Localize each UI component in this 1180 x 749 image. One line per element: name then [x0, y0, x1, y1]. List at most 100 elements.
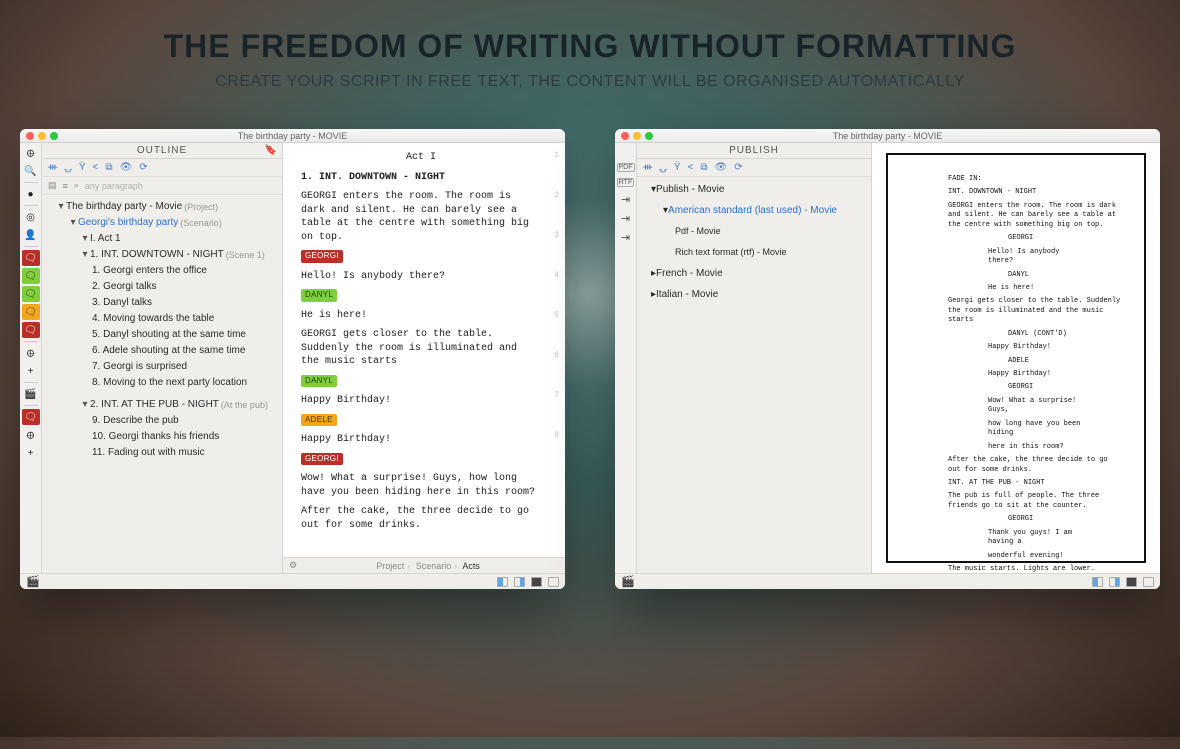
layout-left-icon[interactable] [497, 577, 508, 587]
publish-rtf[interactable]: Rich text format (rtf) - Movie [641, 244, 867, 261]
share-icon[interactable]: < [688, 162, 694, 173]
running2-icon[interactable]: 𐀏 [22, 427, 40, 443]
traffic-lights[interactable] [26, 132, 58, 140]
hierarchy-icon[interactable]: ᚒ [48, 162, 57, 173]
search-icon[interactable]: 🔍 [22, 163, 40, 179]
copy-icon[interactable]: ⧉ [105, 162, 112, 173]
export3-icon[interactable]: ⇥ [621, 231, 630, 244]
tree-icon[interactable]: ⍽ [659, 162, 667, 173]
loupe-icon[interactable]: ⌕ [74, 180, 79, 191]
act-heading: Act I [301, 151, 541, 165]
outline-panel: OUTLINE 🔖 ᚒ ⍽ Ÿ < ⧉ 👁 ⟳ ▤ ≡ ⌕ any paragr… [42, 143, 283, 573]
bookmark-icon[interactable]: 🔖 [265, 143, 278, 159]
tree-icon[interactable]: ⍽ [64, 162, 72, 173]
publish-french[interactable]: ▸French - Movie [641, 265, 867, 282]
lines-icon[interactable]: ≡ [63, 181, 68, 191]
window-footer: 🎬 [20, 573, 565, 589]
tree-beat[interactable]: 3. Danyl talks [46, 295, 282, 311]
dot-icon[interactable]: ● [22, 186, 40, 202]
tree-beat[interactable]: 4. Moving towards the table [46, 311, 282, 327]
close-icon[interactable] [621, 132, 629, 140]
add2-icon[interactable]: + [22, 445, 40, 461]
close-icon[interactable] [26, 132, 34, 140]
rtf-icon[interactable]: RTF [617, 178, 634, 187]
dialogue-orange-icon[interactable]: 🗨 [22, 304, 40, 320]
dialogue-red-icon[interactable]: 🗨 [22, 250, 40, 266]
location-icon[interactable]: ◎ [22, 209, 40, 225]
hero: THE FREEDOM OF WRITING WITHOUT FORMATTIN… [0, 0, 1180, 91]
tree-beat[interactable]: 9. Describe the pub [46, 413, 282, 429]
character-tag-danyl: DANYL [301, 289, 337, 302]
dialogue-red3-icon[interactable]: 🗨 [22, 409, 40, 425]
refresh-icon[interactable]: ⟳ [734, 162, 742, 173]
publish-pdf[interactable]: Pdf - Movie [641, 223, 867, 240]
tree-beat[interactable]: 6. Adele shouting at the same time [46, 343, 282, 359]
person-icon[interactable]: 👤 [22, 227, 40, 243]
editor-footer: ⚙ Project› Scenario› Acts [283, 557, 565, 573]
branch-icon[interactable]: Ÿ [674, 162, 681, 173]
pdf-icon[interactable]: PDF [617, 163, 635, 172]
script-editor[interactable]: Act I 1. INT. DOWNTOWN - NIGHT GEORGI en… [283, 143, 565, 573]
window-titlebar[interactable]: The birthday party - MOVIE [615, 129, 1160, 143]
minimize-icon[interactable] [633, 132, 641, 140]
clapper-icon[interactable]: 🎬 [26, 575, 40, 588]
eye-icon[interactable]: 👁 [120, 162, 133, 173]
eye-icon[interactable]: 👁 [715, 162, 728, 173]
share-icon[interactable]: < [93, 162, 99, 173]
dialogue: Happy Birthday! [301, 433, 541, 447]
breadcrumb[interactable]: Project› Scenario› Acts [376, 561, 480, 571]
publish-standard[interactable]: ▾American standard (last used) - Movie [641, 202, 867, 219]
character-tag-georgi: GEORGI [301, 250, 343, 263]
tree-scene2[interactable]: ▾2. INT. AT THE PUB - NIGHT(At the pub) [46, 397, 282, 413]
action-text: After the cake, the three decide to go o… [301, 505, 541, 532]
run-icon[interactable]: 𐀏 [22, 145, 40, 161]
tree-beat[interactable]: 11. Fading out with music [46, 445, 282, 461]
dialogue-red2-icon[interactable]: 🗨 [22, 322, 40, 338]
layout-left-icon[interactable] [1092, 577, 1103, 587]
hierarchy-icon[interactable]: ᚒ [643, 162, 652, 173]
minimize-icon[interactable] [38, 132, 46, 140]
tree-beat[interactable]: 10. Georgi thanks his friends [46, 429, 282, 445]
refresh-icon[interactable]: ⟳ [139, 162, 147, 173]
dialogue: Wow! What a surprise! Guys, how long hav… [301, 472, 541, 499]
tree-act[interactable]: ▾I. Act 1 [46, 231, 282, 247]
search-input[interactable]: any paragraph [85, 181, 143, 191]
dialogue-green2-icon[interactable]: 🗨 [22, 286, 40, 302]
script-sheet: FADE IN: INT. DOWNTOWN - NIGHT GEORGI en… [886, 153, 1146, 563]
zoom-icon[interactable] [50, 132, 58, 140]
layout-right-icon[interactable] [1109, 577, 1120, 587]
tree-beat[interactable]: 8. Moving to the next party location [46, 375, 282, 391]
tree-beat[interactable]: 5. Danyl shouting at the same time [46, 327, 282, 343]
layout-empty-icon[interactable] [548, 577, 559, 587]
zoom-icon[interactable] [645, 132, 653, 140]
outline-search: ▤ ≡ ⌕ any paragraph [42, 177, 282, 195]
sliders-icon[interactable]: ⚙ [289, 560, 297, 571]
publish-toolbar: ᚒ ⍽ Ÿ < ⧉ 👁 ⟳ [637, 159, 871, 177]
publish-italian[interactable]: ▸Italian - Movie [641, 286, 867, 303]
tree-beat[interactable]: 7. Georgi is surprised [46, 359, 282, 375]
branch-icon[interactable]: Ÿ [79, 162, 86, 173]
dialogue: Happy Birthday! [301, 394, 541, 408]
traffic-lights[interactable] [621, 132, 653, 140]
tree-root[interactable]: ▾The birthday party - Movie(Project) [46, 199, 282, 215]
window-titlebar[interactable]: The birthday party - MOVIE [20, 129, 565, 143]
list-icon[interactable]: ▤ [48, 180, 57, 191]
layout-full-icon[interactable] [531, 577, 542, 587]
layout-empty-icon[interactable] [1143, 577, 1154, 587]
layout-full-icon[interactable] [1126, 577, 1137, 587]
tree-beat[interactable]: 2. Georgi talks [46, 279, 282, 295]
publish-panel: PUBLISH ᚒ ⍽ Ÿ < ⧉ 👁 ⟳ ▾Publish - Movie ▾… [637, 143, 872, 573]
add-icon[interactable]: + [22, 363, 40, 379]
copy-icon[interactable]: ⧉ [700, 162, 707, 173]
running-icon[interactable]: 𐀏 [22, 345, 40, 361]
clapper-icon[interactable]: 🎬 [621, 575, 635, 588]
export2-icon[interactable]: ⇥ [621, 212, 630, 225]
publish-root[interactable]: ▾Publish - Movie [641, 181, 867, 198]
tree-scenario[interactable]: ▾Georgi's birthday party(Scenario) [46, 215, 282, 231]
layout-right-icon[interactable] [514, 577, 525, 587]
clapper-icon[interactable]: 🎬 [22, 386, 40, 402]
export-icon[interactable]: ⇥ [621, 193, 630, 206]
tree-beat[interactable]: 1. Georgi enters the office [46, 263, 282, 279]
dialogue-green-icon[interactable]: 🗨 [22, 268, 40, 284]
tree-scene1[interactable]: ▾1. INT. DOWNTOWN - NIGHT(Scene 1) [46, 247, 282, 263]
